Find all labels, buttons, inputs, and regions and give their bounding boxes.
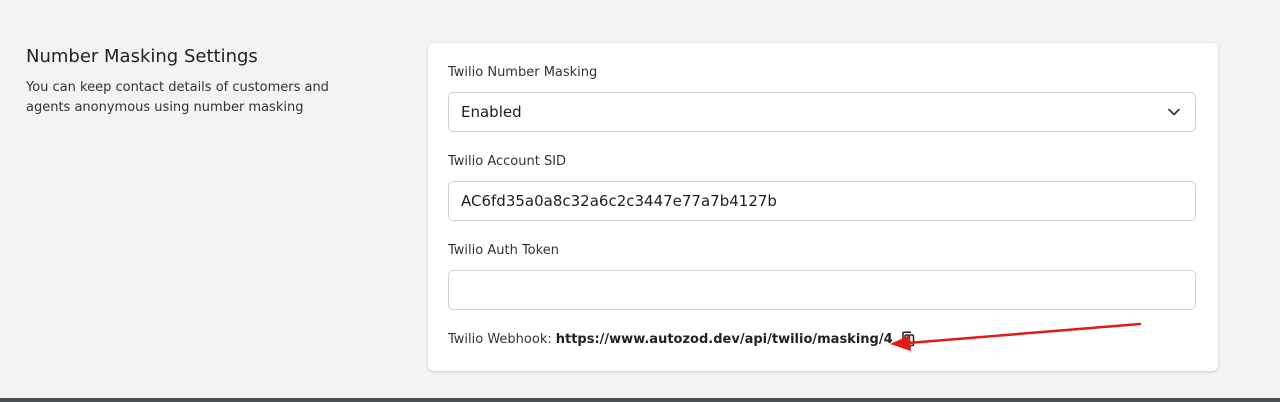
section-description: You can keep contact details of customer… (26, 80, 329, 115)
masking-select-value: Enabled (461, 103, 522, 121)
account-sid-input[interactable]: AC6fd35a0a8c32a6c2c3447e77a7b4127b (448, 181, 1196, 221)
auth-token-input[interactable] (448, 270, 1196, 310)
annotation-arrow (890, 322, 1142, 351)
webhook-label: Twilio Webhook: (448, 331, 552, 347)
section-info: Number Masking Settings You can keep con… (26, 44, 406, 118)
webhook-url: https://www.autozod.dev/api/twilio/maski… (555, 331, 893, 347)
masking-label: Twilio Number Masking (448, 65, 598, 80)
auth-token-label: Twilio Auth Token (448, 243, 559, 258)
masking-select[interactable]: Enabled (448, 92, 1196, 132)
webhook-row: Twilio Webhook: https://www.autozod.dev/… (448, 331, 915, 347)
bottom-bar (0, 398, 1280, 402)
section-title: Number Masking Settings (26, 46, 258, 67)
settings-page: Number Masking Settings You can keep con… (0, 0, 1280, 402)
account-sid-label: Twilio Account SID (448, 154, 567, 169)
chevron-down-icon (1168, 108, 1180, 116)
